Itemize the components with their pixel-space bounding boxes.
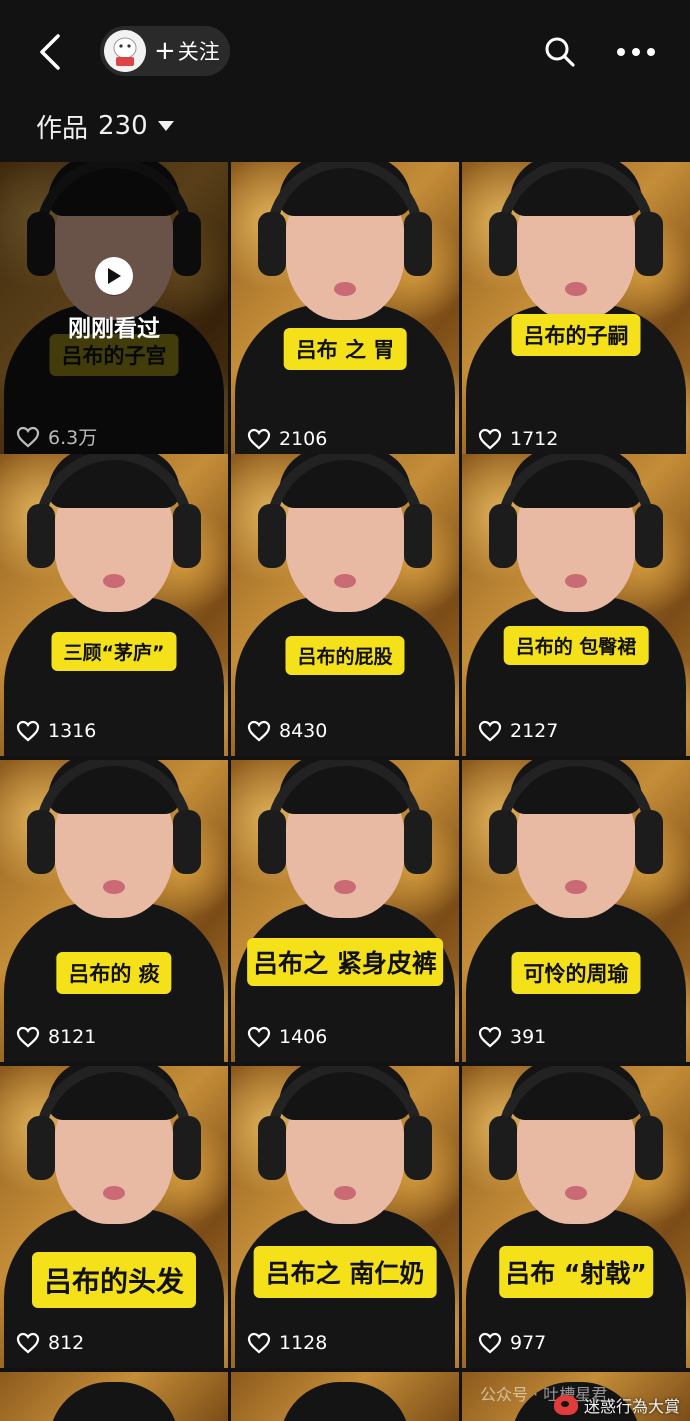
like-count-value: 1316 (48, 720, 97, 742)
works-label: 作品 (36, 113, 89, 144)
follow-button[interactable]: + 关注 (100, 26, 230, 76)
more-button[interactable] (612, 32, 660, 72)
thumbnail-image (466, 454, 686, 756)
video-tile[interactable]: 吕布的子宫 刚刚看过 6.3万 (0, 162, 228, 464)
back-button[interactable] (30, 28, 70, 76)
heart-outline-icon (16, 720, 40, 742)
video-tile[interactable]: 吕布的子嗣 1712 (462, 162, 690, 464)
heart-outline-icon (478, 1332, 502, 1354)
chevron-left-icon (40, 34, 60, 70)
weibo-logo-icon (553, 1395, 578, 1415)
works-filter-dropdown[interactable]: 作品 230 (36, 104, 174, 148)
video-caption: 吕布的 痰 (56, 952, 172, 994)
like-count: 6.3万 (16, 423, 97, 450)
video-tile-partial[interactable] (0, 1372, 228, 1421)
like-count-value: 1712 (510, 428, 559, 450)
follow-label: + 关注 (154, 36, 220, 66)
watched-label: 刚刚看过 (68, 316, 160, 342)
video-caption: 吕布的头发 (31, 1252, 197, 1308)
heart-outline-icon (247, 720, 271, 742)
video-caption: 吕布的 包臀裙 (503, 626, 649, 665)
heart-outline-icon (478, 428, 502, 450)
video-caption: 吕布之 南仁奶 (253, 1246, 437, 1298)
search-icon (545, 37, 575, 67)
avatar[interactable] (104, 30, 146, 72)
like-count-value: 812 (48, 1332, 85, 1354)
video-caption: 三顾“茅庐” (51, 632, 177, 671)
like-count-value: 1406 (279, 1026, 328, 1048)
video-caption: 吕布的子嗣 (511, 314, 641, 356)
video-caption: 吕布的屁股 (285, 636, 405, 675)
heart-outline-icon (247, 428, 271, 450)
like-count-value: 2127 (510, 720, 559, 742)
watermark: 迷惑行為大賞 (553, 1393, 680, 1417)
more-horizontal-icon (617, 48, 655, 56)
like-count: 1712 (478, 428, 558, 450)
video-tile[interactable]: 吕布的 痰 8121 (0, 760, 228, 1062)
heart-outline-icon (478, 1026, 502, 1048)
avatar-image (104, 30, 146, 72)
like-count-value: 1128 (279, 1332, 328, 1354)
watermark-text: 迷惑行為大賞 (583, 1397, 680, 1416)
video-caption: 吕布 之 胃 (283, 328, 407, 370)
video-tile[interactable]: 吕布 之 胃 2106 (231, 162, 459, 464)
thumbnail-image (4, 454, 224, 756)
video-caption: 可怜的周瑜 (511, 952, 641, 994)
thumbnail-image (235, 454, 455, 756)
like-count: 812 (16, 1332, 84, 1354)
like-count: 1406 (247, 1026, 327, 1048)
thumbnail-image (466, 1066, 686, 1368)
like-count-value: 391 (510, 1026, 547, 1048)
search-button[interactable] (540, 30, 580, 74)
like-count-value: 8121 (48, 1026, 97, 1048)
video-tile[interactable]: 吕布之 紧身皮裤 1406 (231, 760, 459, 1062)
heart-outline-icon (478, 720, 502, 742)
thumbnail-image (466, 162, 686, 464)
like-count-value: 8430 (279, 720, 328, 742)
thumbnail-image (466, 760, 686, 1062)
video-tile[interactable]: 吕布之 南仁奶 1128 (231, 1066, 459, 1368)
thumbnail-image (4, 760, 224, 1062)
heart-outline-icon (247, 1332, 271, 1354)
thumbnail-image (235, 162, 455, 464)
watched-overlay: 刚刚看过 (0, 257, 228, 343)
video-tile[interactable]: 吕布的屁股 8430 (231, 454, 459, 756)
play-icon (95, 257, 133, 295)
like-count: 977 (478, 1332, 546, 1354)
heart-outline-icon (16, 426, 40, 447)
like-count: 1316 (16, 720, 96, 742)
caret-down-icon (157, 121, 174, 131)
thumbnail-image (235, 1066, 455, 1368)
like-count: 8121 (16, 1026, 96, 1048)
like-count-value: 6.3万 (48, 427, 98, 449)
like-count: 8430 (247, 720, 327, 742)
video-tile[interactable]: 吕布的 包臀裙 2127 (462, 454, 690, 756)
like-count: 2127 (478, 720, 558, 742)
video-tile-partial[interactable] (231, 1372, 459, 1421)
thumbnail-image (4, 1066, 224, 1368)
heart-outline-icon (16, 1332, 40, 1354)
follow-text: 关注 (177, 40, 220, 64)
like-count: 2106 (247, 428, 327, 450)
like-count-value: 977 (510, 1332, 547, 1354)
top-bar: + 关注 (0, 0, 690, 100)
video-tile[interactable]: 吕布的头发 812 (0, 1066, 228, 1368)
heart-outline-icon (247, 1026, 271, 1048)
video-tile[interactable]: 可怜的周瑜 391 (462, 760, 690, 1062)
works-count: 230 (98, 111, 148, 141)
video-tile[interactable]: 吕布 “射戟” 977 (462, 1066, 690, 1368)
like-count: 391 (478, 1026, 546, 1048)
video-caption: 吕布之 紧身皮裤 (247, 938, 443, 986)
like-count-value: 2106 (279, 428, 328, 450)
plus-icon: + (154, 36, 176, 66)
heart-outline-icon (16, 1026, 40, 1048)
thumbnail-image (235, 760, 455, 1062)
like-count: 1128 (247, 1332, 327, 1354)
video-caption: 吕布 “射戟” (499, 1246, 653, 1298)
video-tile[interactable]: 三顾“茅庐” 1316 (0, 454, 228, 756)
